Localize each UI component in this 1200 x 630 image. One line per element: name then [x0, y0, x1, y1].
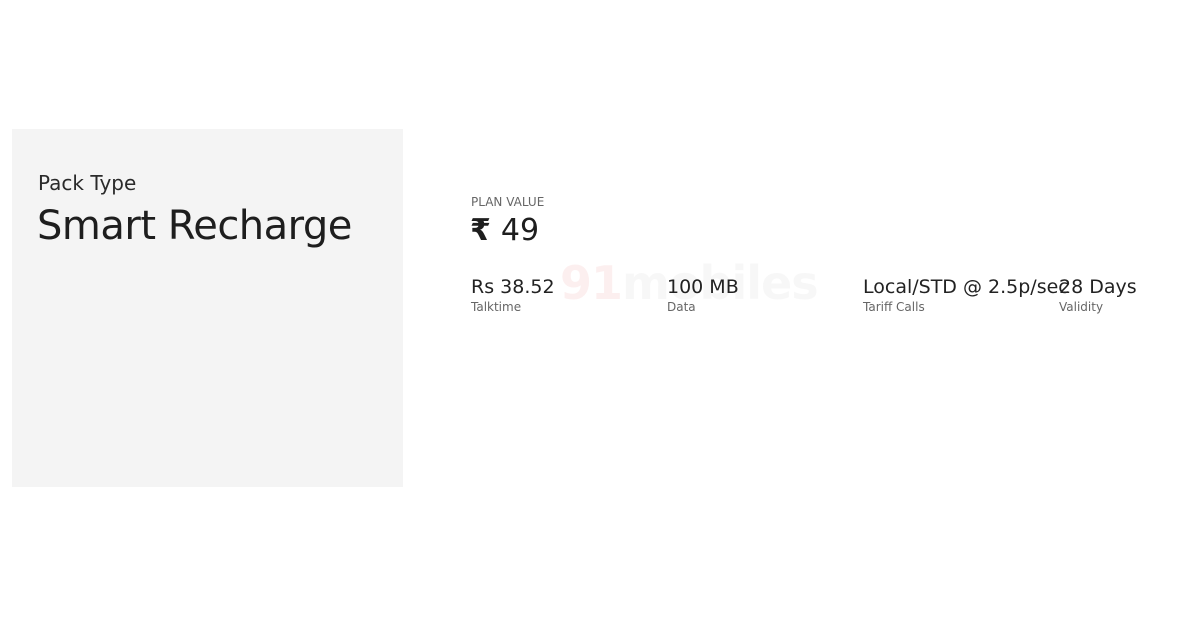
plan-value-label: PLAN VALUE	[471, 195, 545, 209]
benefit-talktime: Rs 38.52 Talktime	[471, 275, 555, 314]
plan-value: ₹ 49	[470, 213, 539, 248]
benefit-label: Validity	[1059, 300, 1104, 314]
benefit-value: 28 Days	[1059, 276, 1137, 298]
pack-type-label: Pack Type	[38, 171, 137, 195]
pack-type-value: Smart Recharge	[37, 203, 352, 249]
benefit-label: Talktime	[471, 300, 522, 314]
benefit-value: Rs 38.52	[471, 276, 555, 298]
benefit-value: 100 MB	[667, 276, 739, 298]
pack-type-card: Pack Type Smart Recharge	[12, 129, 403, 487]
benefit-label: Data	[667, 300, 696, 314]
benefit-tariff-calls: Local/STD @ 2.5p/sec Tariff Calls	[863, 275, 1069, 314]
rupee-icon: ₹	[470, 213, 491, 248]
benefit-value: Local/STD @ 2.5p/sec	[863, 276, 1069, 298]
plan-amount: 49	[500, 213, 540, 248]
watermark-number: 91	[560, 256, 623, 310]
benefit-data: 100 MB Data	[667, 275, 739, 314]
plan-details-page: Pack Type Smart Recharge 91mobiles PLAN …	[0, 0, 1200, 630]
benefit-label: Tariff Calls	[863, 300, 925, 314]
benefit-validity: 28 Days Validity	[1059, 275, 1137, 314]
